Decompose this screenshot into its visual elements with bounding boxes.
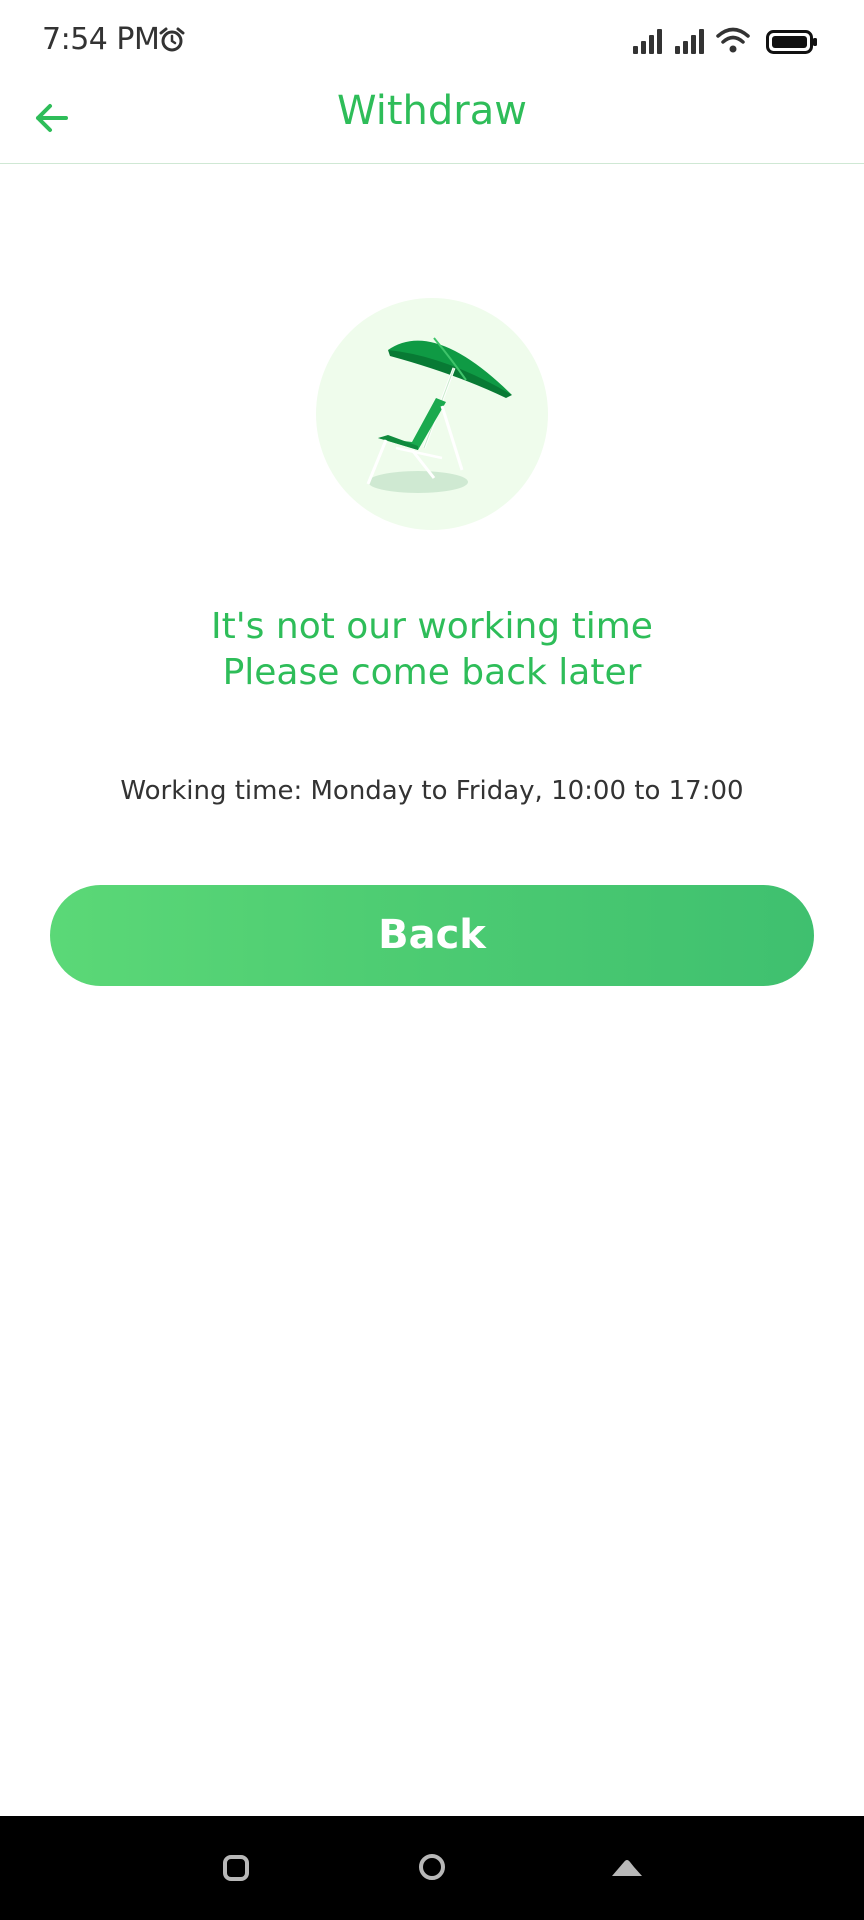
message-line-2: Please come back later — [222, 652, 642, 693]
status-bar: 7:54 PM — [0, 0, 864, 84]
recent-apps-icon[interactable] — [222, 1854, 250, 1882]
status-time: 7:54 PM — [42, 22, 160, 57]
message-line-1: It's not our working time — [211, 606, 653, 647]
home-icon[interactable] — [417, 1852, 447, 1882]
page-title: Withdraw — [337, 88, 527, 134]
app-header: Withdraw — [0, 84, 864, 164]
battery-icon — [766, 30, 817, 54]
not-working-time-message: It's not our working time Please come ba… — [0, 604, 864, 696]
back-icon[interactable] — [610, 1854, 644, 1880]
wifi-icon — [716, 27, 750, 53]
beach-umbrella-chair-icon — [316, 298, 548, 530]
signal-icon — [633, 29, 662, 54]
working-time-text: Working time: Monday to Friday, 10:00 to… — [120, 776, 744, 806]
withdraw-screen: 7:54 PM Withdraw It's not our working ti… — [0, 0, 864, 1920]
system-nav-bar — [0, 1816, 864, 1920]
signal-icon — [675, 29, 704, 54]
alarm-icon — [159, 27, 185, 52]
back-button[interactable]: Back — [50, 885, 814, 986]
